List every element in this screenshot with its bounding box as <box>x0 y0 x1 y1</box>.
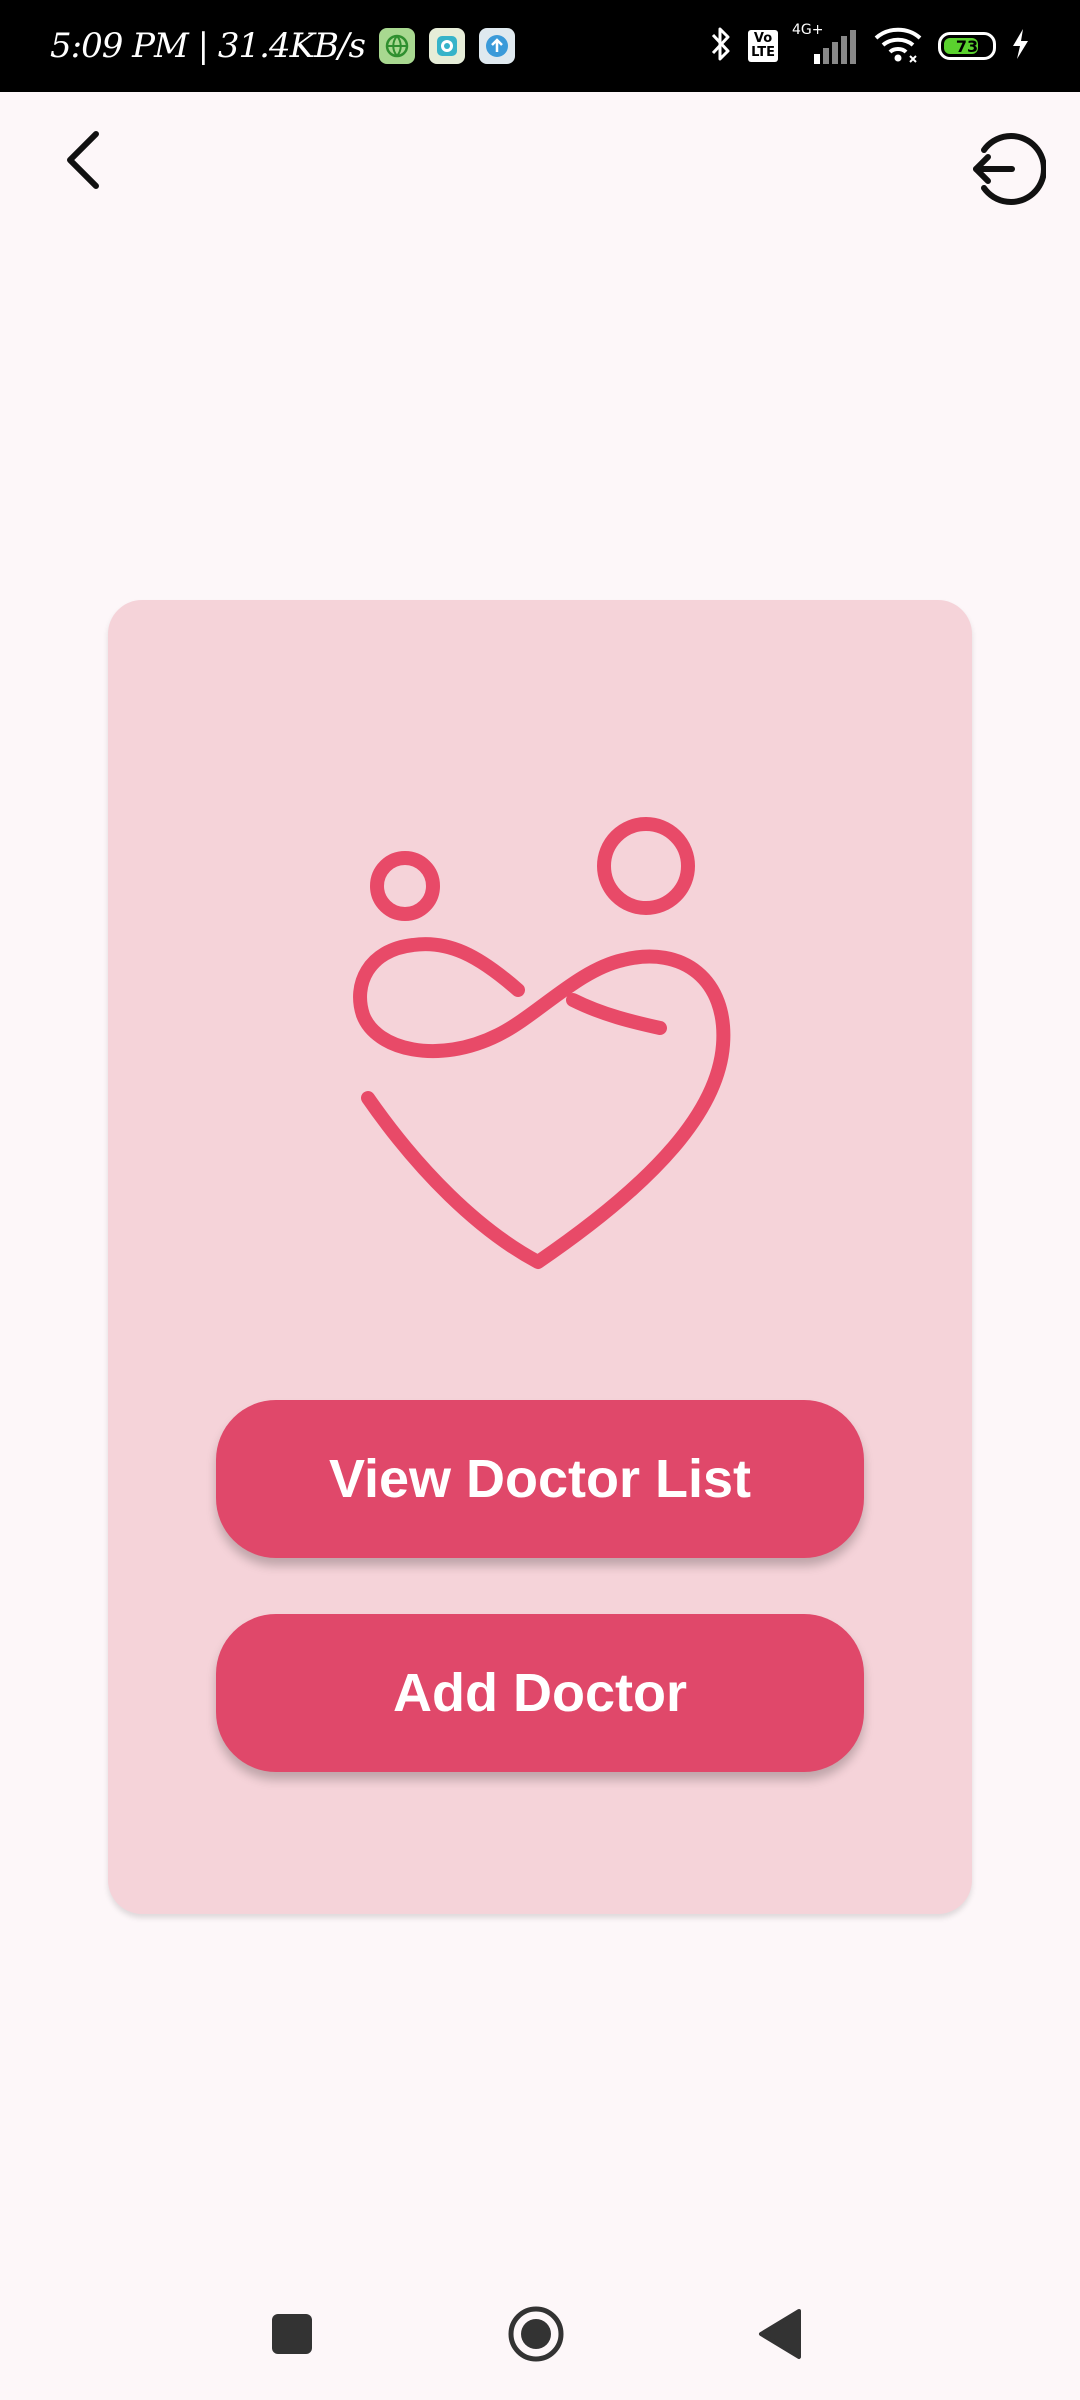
back-button[interactable] <box>48 122 118 202</box>
logout-button[interactable] <box>964 128 1050 214</box>
globe-app-icon <box>378 28 415 64</box>
status-left: 5:09 PM | 31.4KB/s <box>50 0 515 92</box>
system-back-button[interactable] <box>740 2296 820 2376</box>
heart-infinity-logo-icon <box>348 800 748 1280</box>
triangle-icon <box>755 2307 805 2366</box>
battery-level: 73 <box>955 36 979 56</box>
back-arrow-icon <box>58 128 108 197</box>
camera-app-icon <box>428 28 465 64</box>
status-right: Vo LTE 4G+ 73 <box>708 0 1030 92</box>
square-icon <box>270 2312 314 2361</box>
view-doctor-list-button[interactable]: View Doctor List <box>216 1400 864 1558</box>
bluetooth-icon <box>708 25 734 68</box>
logout-icon <box>968 130 1047 213</box>
wifi-icon <box>872 24 924 69</box>
status-bar: 5:09 PM | 31.4KB/s Vo LTE 4G+ 73 <box>0 0 1080 92</box>
view-doctor-list-label: View Doctor List <box>328 1449 752 1509</box>
add-doctor-button[interactable]: Add Doctor <box>216 1614 864 1772</box>
volte-icon: Vo LTE <box>748 30 778 62</box>
home-button[interactable] <box>496 2296 576 2376</box>
top-app-bar <box>0 92 1080 252</box>
circle-icon <box>506 2304 566 2369</box>
battery-icon: 73 <box>938 32 996 60</box>
charging-icon <box>1010 27 1030 66</box>
cellular-signal-icon: 4G+ <box>792 22 858 66</box>
main-card: View Doctor List Add Doctor <box>108 600 972 1914</box>
system-nav-bar <box>0 2260 1080 2400</box>
add-doctor-label: Add Doctor <box>393 1663 687 1723</box>
upload-app-icon <box>478 28 515 64</box>
status-time: 5:09 PM | 31.4KB/s <box>50 26 366 66</box>
recents-button[interactable] <box>252 2296 332 2376</box>
